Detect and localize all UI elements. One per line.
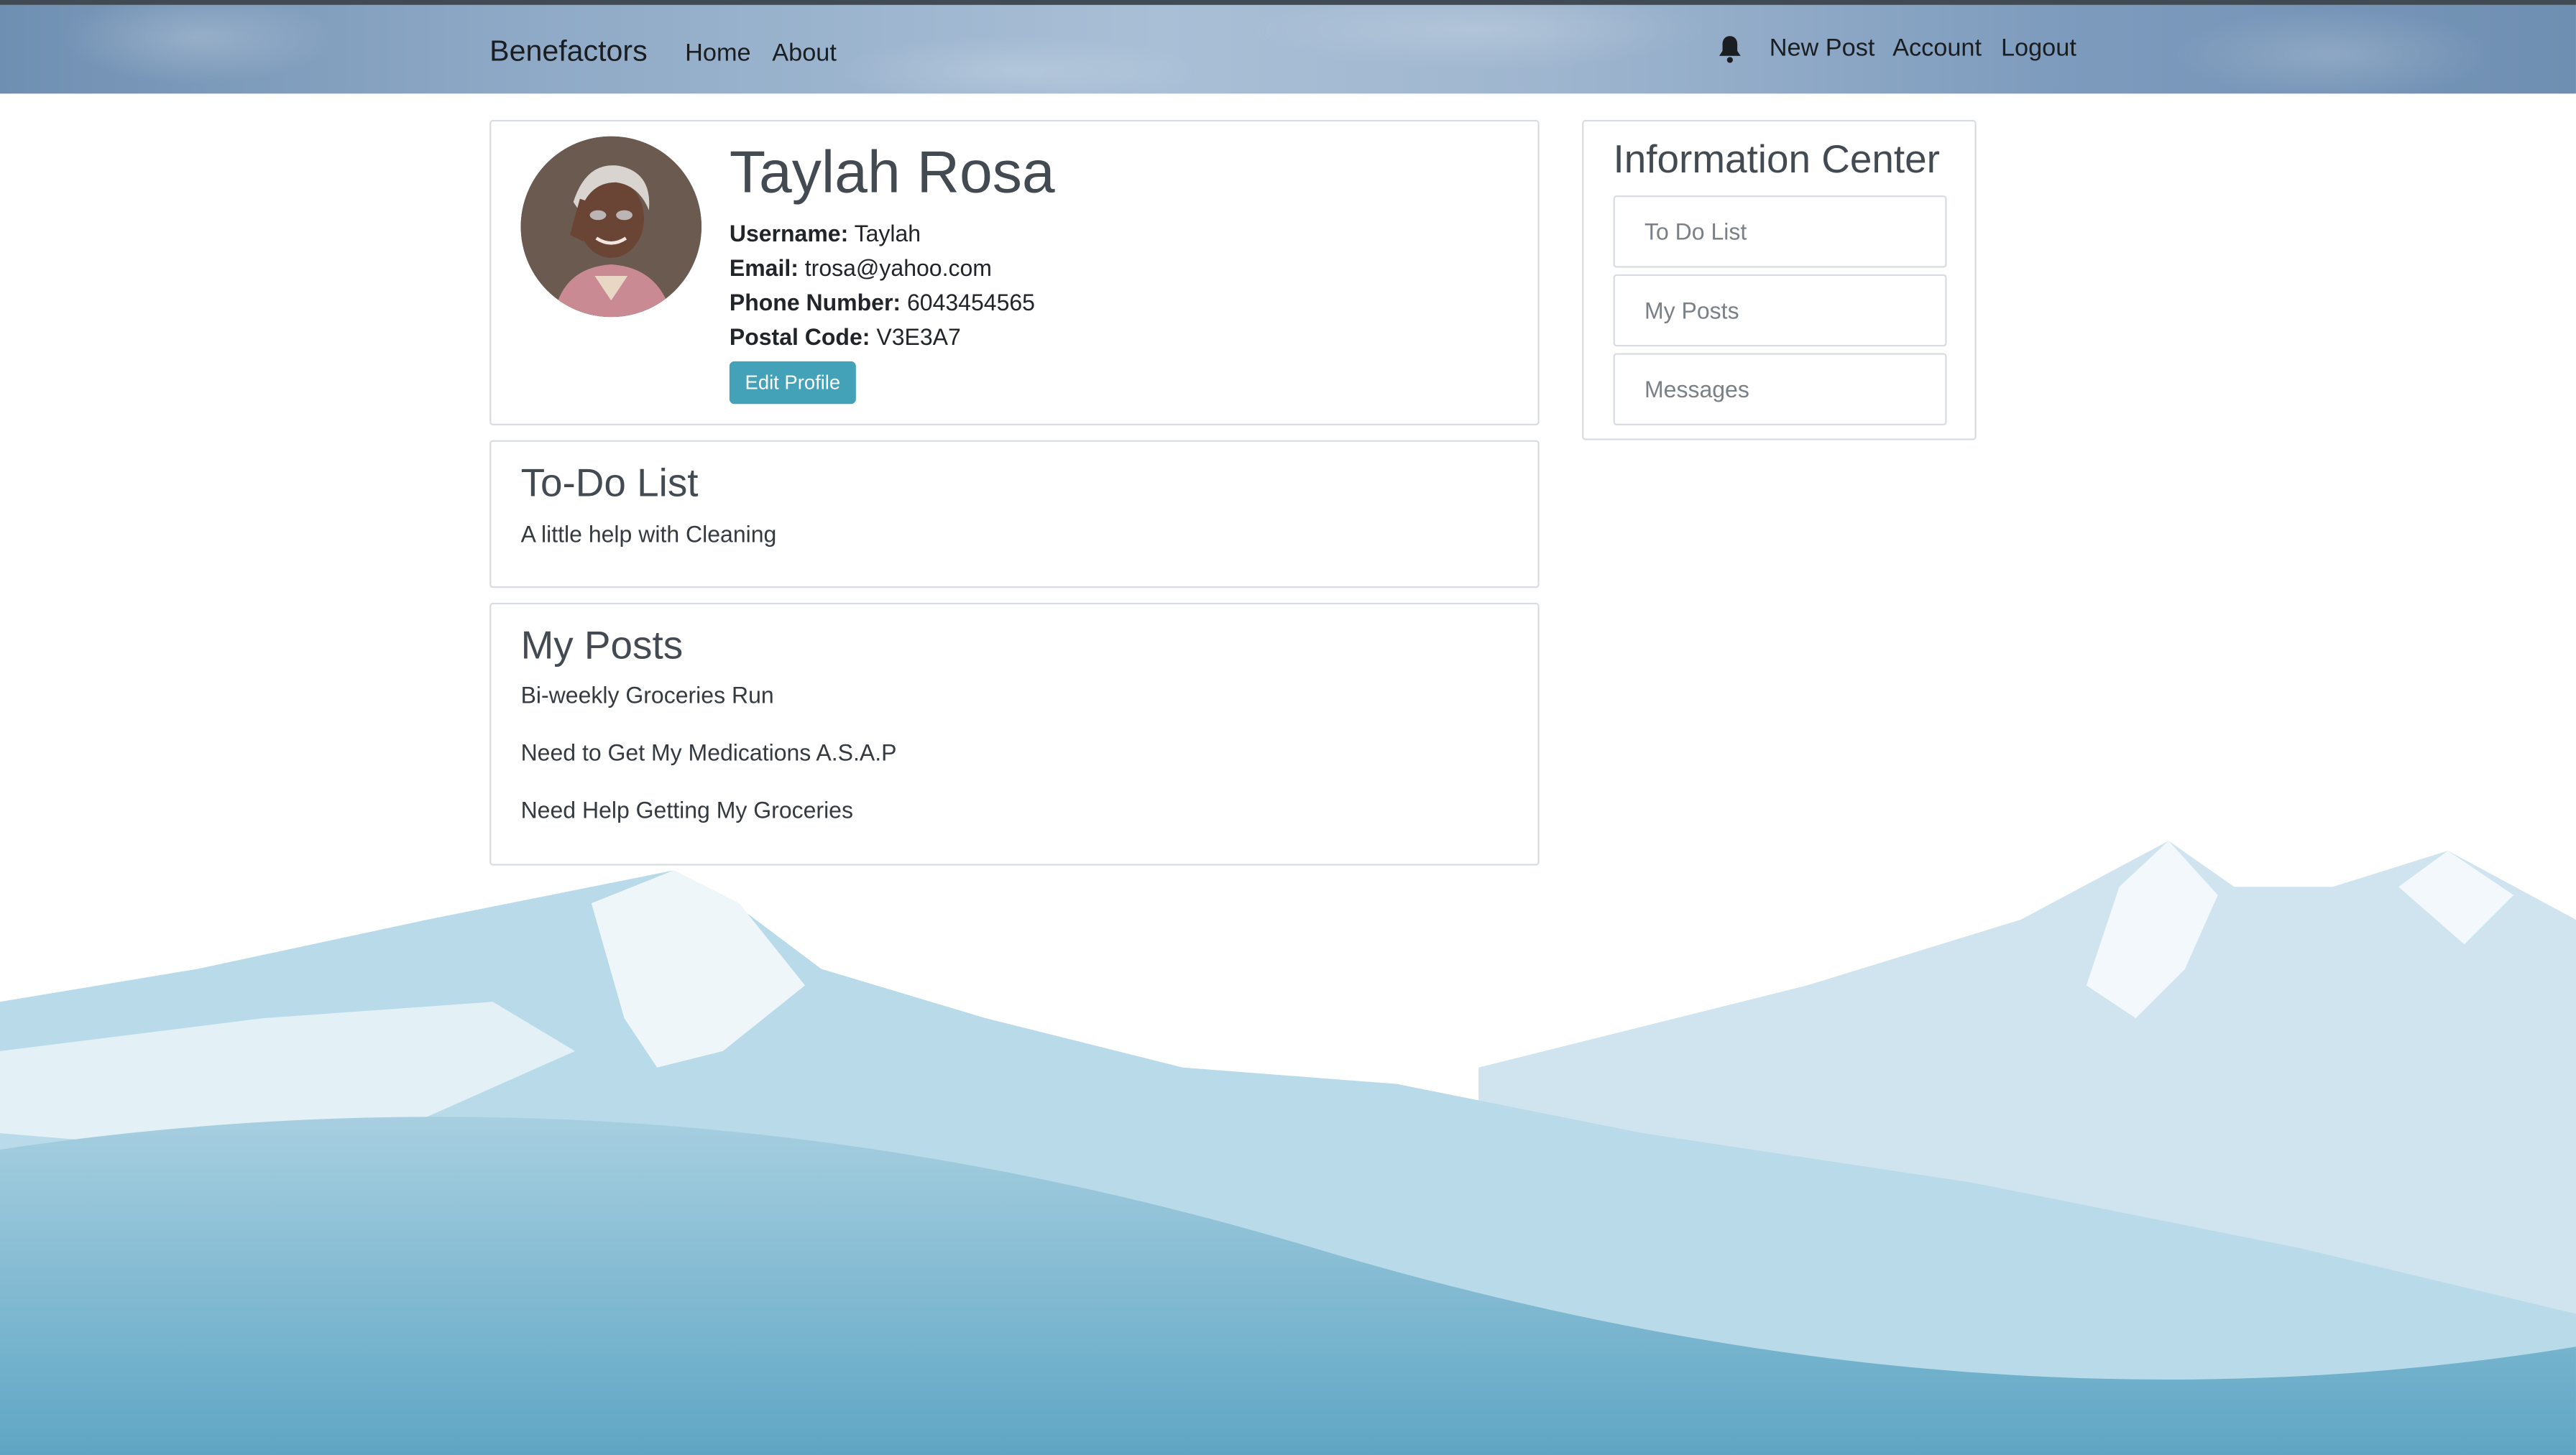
info-my-posts-button[interactable]: My Posts — [1613, 274, 1947, 347]
post-item[interactable]: Bi-weekly Groceries Run — [521, 682, 774, 708]
todo-title: To-Do List — [520, 461, 699, 506]
my-posts-card: My Posts Bi-weekly Groceries Run Need to… — [489, 602, 1540, 866]
brand-link[interactable]: Benefactors — [489, 34, 648, 69]
profile-card: Taylah Rosa Username: Taylah Email: tros… — [489, 119, 1540, 425]
info-todo-list-button[interactable]: To Do List — [1613, 195, 1947, 268]
avatar — [520, 136, 702, 318]
profile-phone-row: Phone Number: 6043454565 — [730, 289, 1035, 315]
email-value: trosa@yahoo.com — [804, 254, 992, 281]
postal-label: Postal Code: — [729, 323, 870, 350]
avatar-photo — [520, 136, 702, 318]
top-navbar: Benefactors Home About New Post Account … — [0, 0, 2576, 94]
information-center-title: Information Center — [1613, 137, 1940, 183]
nav-new-post-link[interactable]: New Post — [1770, 34, 1875, 63]
my-posts-title: My Posts — [520, 624, 684, 669]
profile-name: Taylah Rosa — [729, 137, 1055, 205]
todo-item[interactable]: A little help with Cleaning — [521, 521, 777, 548]
navbar-texture — [0, 4, 2576, 94]
edit-profile-button[interactable]: Edit Profile — [729, 361, 856, 405]
profile-username-row: Username: Taylah — [730, 220, 921, 246]
nav-home-link[interactable]: Home — [685, 40, 750, 68]
post-item[interactable]: Need Help Getting My Groceries — [521, 797, 853, 823]
post-item[interactable]: Need to Get My Medications A.S.A.P — [521, 739, 897, 766]
info-messages-button[interactable]: Messages — [1613, 353, 1947, 425]
username-value: Taylah — [854, 220, 921, 246]
postal-value: V3E3A7 — [876, 323, 961, 350]
nav-logout-link[interactable]: Logout — [2001, 34, 2076, 63]
information-center-card: Information Center To Do List My Posts M… — [1582, 119, 1977, 440]
nav-about-link[interactable]: About — [772, 40, 837, 68]
profile-email-row: Email: trosa@yahoo.com — [730, 254, 992, 281]
todo-card: To-Do List A little help with Cleaning — [489, 440, 1540, 588]
username-label: Username: — [729, 220, 849, 246]
bell-icon[interactable] — [1717, 34, 1744, 64]
phone-value: 6043454565 — [906, 289, 1035, 315]
profile-postal-row: Postal Code: V3E3A7 — [730, 323, 961, 350]
phone-label: Phone Number: — [729, 289, 901, 315]
email-label: Email: — [729, 254, 799, 281]
nav-account-link[interactable]: Account — [1892, 34, 1982, 63]
